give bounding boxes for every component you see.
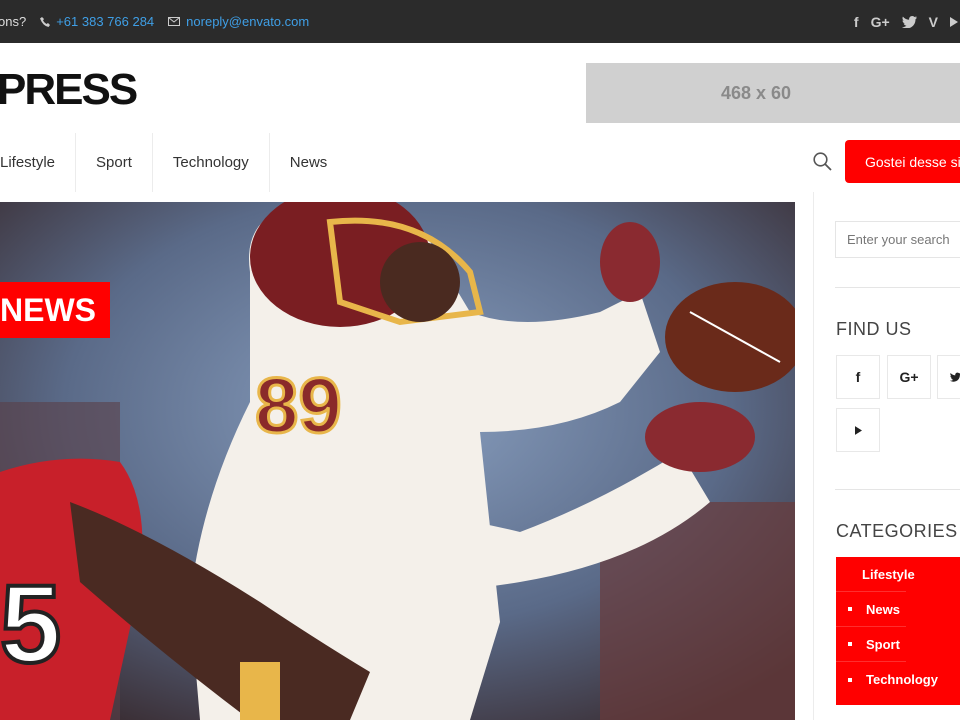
categories-list: Lifestyle News Sport Technology bbox=[836, 557, 960, 705]
category-item-lifestyle[interactable]: Lifestyle bbox=[836, 557, 915, 592]
svg-text:5: 5 bbox=[0, 563, 61, 686]
category-item-sport[interactable]: Sport bbox=[836, 627, 906, 662]
phone-icon bbox=[40, 16, 51, 27]
news-badge[interactable]: NEWS bbox=[0, 282, 110, 338]
sidebar-search-input[interactable]: Enter your search bbox=[835, 221, 960, 258]
site-header: PRESS 468 x 60 bbox=[0, 43, 960, 133]
bullet-icon bbox=[848, 642, 852, 646]
ad-banner[interactable]: 468 x 60 bbox=[586, 63, 960, 123]
top-bar: ons? +61 383 766 284 noreply@envato.com … bbox=[0, 0, 960, 43]
find-us-title: FIND US bbox=[836, 319, 912, 339]
category-label: News bbox=[866, 601, 900, 617]
svg-text:89: 89 bbox=[255, 361, 342, 449]
nav-item-sport[interactable]: Sport bbox=[76, 133, 153, 192]
twitter-icon[interactable] bbox=[901, 15, 917, 28]
email-address: noreply@envato.com bbox=[186, 14, 310, 29]
nav-item-news[interactable]: News bbox=[270, 133, 348, 192]
google-plus-icon[interactable]: G+ bbox=[887, 355, 931, 399]
nav-item-technology[interactable]: Technology bbox=[153, 133, 270, 192]
category-label: Sport bbox=[866, 636, 900, 652]
email-link[interactable]: noreply@envato.com bbox=[168, 14, 309, 29]
contact-question: ons? bbox=[0, 14, 27, 29]
facebook-icon[interactable]: f bbox=[854, 14, 859, 30]
facebook-icon[interactable]: f bbox=[836, 355, 880, 399]
youtube-icon[interactable] bbox=[836, 408, 880, 452]
nav-item-lifestyle[interactable]: Lifestyle bbox=[0, 133, 77, 192]
like-site-button[interactable]: Gostei desse site bbox=[845, 140, 960, 183]
category-item-technology[interactable]: Technology bbox=[836, 662, 960, 697]
topbar-social: f G+ V bbox=[854, 0, 960, 43]
sidebar: Enter your search FIND US f G+ CATEGORIE… bbox=[813, 192, 960, 720]
category-item-news[interactable]: News bbox=[836, 592, 906, 627]
bullet-icon bbox=[848, 607, 852, 611]
youtube-icon[interactable] bbox=[950, 16, 958, 27]
sidebar-divider bbox=[835, 489, 960, 490]
category-label: Lifestyle bbox=[862, 566, 915, 582]
site-logo[interactable]: PRESS bbox=[0, 65, 138, 115]
sidebar-divider bbox=[835, 287, 960, 288]
twitter-icon[interactable] bbox=[937, 355, 960, 399]
google-plus-icon[interactable]: G+ bbox=[871, 14, 890, 30]
featured-image[interactable]: 89 5 NEWS bbox=[0, 202, 795, 720]
phone-link[interactable]: +61 383 766 284 bbox=[40, 14, 154, 29]
category-label: Technology bbox=[866, 672, 938, 687]
main-nav: Lifestyle Sport Technology News Gostei d… bbox=[0, 133, 960, 192]
contact-info: ons? +61 383 766 284 noreply@envato.com bbox=[0, 14, 309, 29]
categories-title: CATEGORIES bbox=[836, 521, 958, 541]
bullet-icon bbox=[848, 677, 852, 682]
envelope-icon bbox=[168, 17, 181, 26]
football-photo: 89 5 bbox=[0, 202, 795, 720]
vimeo-icon[interactable]: V bbox=[929, 14, 938, 30]
phone-number: +61 383 766 284 bbox=[56, 14, 155, 29]
search-icon[interactable] bbox=[813, 152, 832, 176]
